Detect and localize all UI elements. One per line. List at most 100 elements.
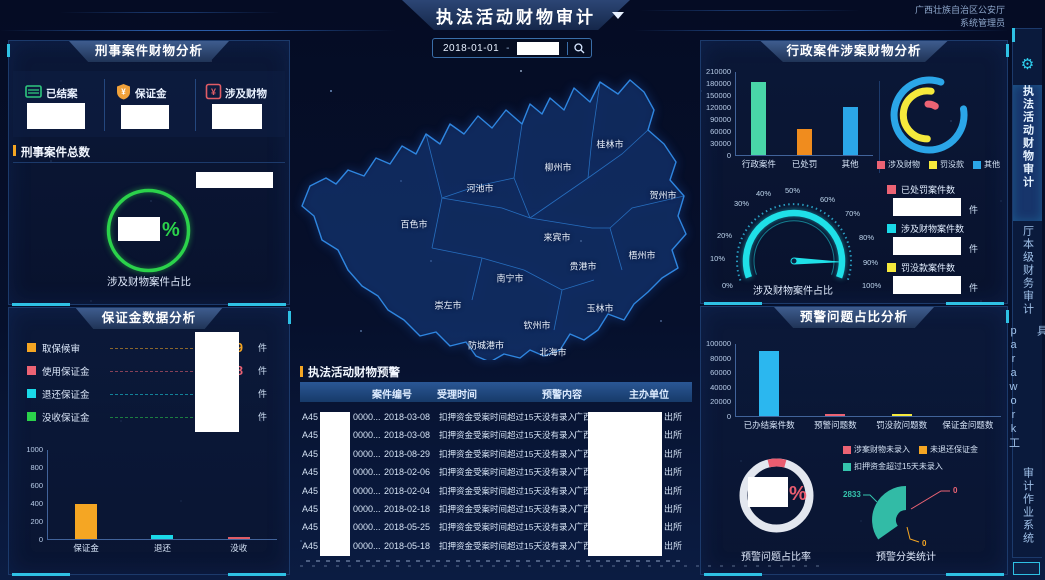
col-warning-content[interactable]: 预警内容 xyxy=(542,386,582,401)
corner-accent xyxy=(12,303,70,306)
legend-label: 涉案财物未录入 xyxy=(854,444,910,455)
bar-其他[interactable] xyxy=(843,107,858,155)
legend-item[interactable]: 罚没款 xyxy=(929,159,964,170)
map-city-label[interactable]: 来宾市 xyxy=(543,231,570,244)
map-city-label[interactable]: 钦州市 xyxy=(523,319,550,332)
sidebar-item-1[interactable]: 执法活动财物审计 xyxy=(1013,85,1042,221)
warning-content: 扣押资金受案时间超过15天没有录入 xyxy=(439,482,576,500)
sidebar-item-label: parawork工具 xyxy=(1000,325,1045,459)
corner-accent xyxy=(946,302,1004,305)
bottom-decor xyxy=(300,565,820,567)
col-accept-time[interactable]: 受理时间 xyxy=(437,386,477,401)
map-city-label[interactable]: 北海市 xyxy=(539,346,566,359)
bar-预警问题数[interactable] xyxy=(825,414,845,416)
search-icon[interactable] xyxy=(573,42,586,55)
map-city-label[interactable]: 崇左市 xyxy=(434,299,461,312)
y-axis: 02004006008001000 xyxy=(17,450,47,540)
org-suffix: 出所 xyxy=(664,445,682,463)
map-city-label[interactable]: 贺州市 xyxy=(649,189,676,202)
y-tick-label: 40000 xyxy=(710,384,731,392)
map-city-label[interactable]: 柳州市 xyxy=(544,161,571,174)
accept-date: 2018-02-18 xyxy=(384,500,430,518)
gauge-tick-label: 40% xyxy=(756,189,771,198)
map-city-label[interactable]: 梧州市 xyxy=(628,249,655,262)
table-header: 案件编号 受理时间 预警内容 主办单位 xyxy=(300,382,692,402)
legend-label: 涉及财物 xyxy=(888,159,920,170)
warning-content: 扣押资金受案时间超过15天没有录入 xyxy=(439,518,576,536)
org-suffix: 出所 xyxy=(664,500,682,518)
gauge-legend-item: 已处罚案件数件 xyxy=(887,183,1003,218)
app-title-bar: 执法活动财物审计 xyxy=(402,0,630,30)
gauge-tick-label: 90% xyxy=(863,258,878,267)
bar-column: 已办结案件数 xyxy=(736,344,802,416)
bar-行政案件[interactable] xyxy=(751,82,766,156)
legend-item[interactable]: 涉案财物未录入 xyxy=(843,444,910,455)
org-suffix: 出所 xyxy=(664,518,682,536)
bar-退还[interactable] xyxy=(151,535,173,539)
bar-column: 没收 xyxy=(201,450,277,539)
redacted-end-date[interactable] xyxy=(517,42,559,55)
case-prefix: A45 xyxy=(302,463,318,481)
deposit-label: 取保候审 xyxy=(42,341,104,355)
header-decor-line xyxy=(634,30,1008,31)
pie-value-label: 0 xyxy=(953,486,957,495)
y-tick-label: 120000 xyxy=(706,104,731,112)
legend-item[interactable]: 其他 xyxy=(973,159,1000,170)
map-city-label[interactable]: 防城港市 xyxy=(468,339,504,352)
legend-item[interactable]: 涉及财物 xyxy=(877,159,920,170)
y-tick-label: 600 xyxy=(30,482,43,490)
user-role[interactable]: 系统管理员 xyxy=(915,17,1005,30)
sidebar-item-2[interactable]: 厅本级财务审计 xyxy=(1013,225,1042,321)
divider xyxy=(13,162,285,163)
date-separator: - xyxy=(506,43,509,54)
gear-icon[interactable]: ⚙ xyxy=(1013,55,1042,73)
bar-没收[interactable] xyxy=(228,537,250,539)
gauge-tick-label: 80% xyxy=(859,233,874,242)
map-city-label[interactable]: 玉林市 xyxy=(586,302,613,315)
y-tick-label: 30000 xyxy=(710,140,731,148)
bar-罚没款问题数[interactable] xyxy=(892,414,912,416)
start-date[interactable]: 2018-01-01 xyxy=(443,43,499,54)
sidebar-item-3[interactable]: parawork工具 xyxy=(1013,325,1042,459)
legend-item[interactable]: 未退还保证金 xyxy=(919,444,978,455)
sidebar-bottom-tab[interactable] xyxy=(1013,562,1040,575)
y-tick-label: 0 xyxy=(727,413,731,421)
accept-date: 2018-08-29 xyxy=(384,445,430,463)
legend-swatch xyxy=(27,366,36,375)
rose-chart xyxy=(841,469,971,547)
redacted-percent-value xyxy=(748,477,788,507)
bar-category-label: 其他 xyxy=(842,158,859,170)
corner-accent xyxy=(1006,310,1009,323)
sidebar-item-4[interactable]: 审计作业系统 xyxy=(1013,467,1042,561)
map-city-label[interactable]: 桂林市 xyxy=(596,138,623,151)
bar-column: 已处罚 xyxy=(782,72,828,155)
warning-table-title: 执法活动财物预警 xyxy=(308,364,400,380)
redacted-count xyxy=(893,198,961,216)
bar-保证金[interactable] xyxy=(75,504,97,539)
property-gauge: 0%10%20%30%40%50%60%70%80%90%100% 涉及财物案件… xyxy=(705,181,881,296)
header-decor-line xyxy=(60,12,280,13)
chevron-down-icon[interactable] xyxy=(612,12,624,19)
warning-content: 扣押资金受案时间超过15天没有录入 xyxy=(439,463,576,481)
map-city-label[interactable]: 南宁市 xyxy=(496,272,523,285)
stat-label-deposit: 保证金 xyxy=(135,86,167,101)
bar-已处罚[interactable] xyxy=(797,129,812,155)
map-city-label[interactable]: 河池市 xyxy=(466,182,493,195)
col-case-number[interactable]: 案件编号 xyxy=(372,386,412,401)
col-host-unit[interactable]: 主办单位 xyxy=(629,386,669,401)
bar-category-label: 没收 xyxy=(230,542,247,554)
redacted-stat-value xyxy=(121,105,169,129)
percent-sign: % xyxy=(789,483,807,506)
map-city-label[interactable]: 百色市 xyxy=(400,218,427,231)
gauge-caption: 涉及财物案件占比 xyxy=(705,282,881,297)
guangxi-map: 桂林市柳州市河池市贺州市百色市来宾市梧州市贵港市南宁市崇左市 玉林市钦州市防城港市… xyxy=(292,58,697,360)
corner-accent xyxy=(228,303,286,306)
bar-category-label: 已处罚 xyxy=(792,158,818,170)
case-prefix: A45 xyxy=(302,482,318,500)
date-range-picker[interactable]: 2018-01-01 - xyxy=(432,38,592,58)
y-axis: 0300006000090000120000150000180000210000 xyxy=(701,72,735,156)
map-city-label[interactable]: 贵港市 xyxy=(569,260,596,273)
bar-已办结案件数[interactable] xyxy=(759,351,779,416)
admin-case-panel: 行政案件涉案财物分析 03000060000900001200001500001… xyxy=(700,40,1008,304)
warning-bar-chart: 020000400006000080000100000 已办结案件数预警问题数罚… xyxy=(701,344,1005,433)
